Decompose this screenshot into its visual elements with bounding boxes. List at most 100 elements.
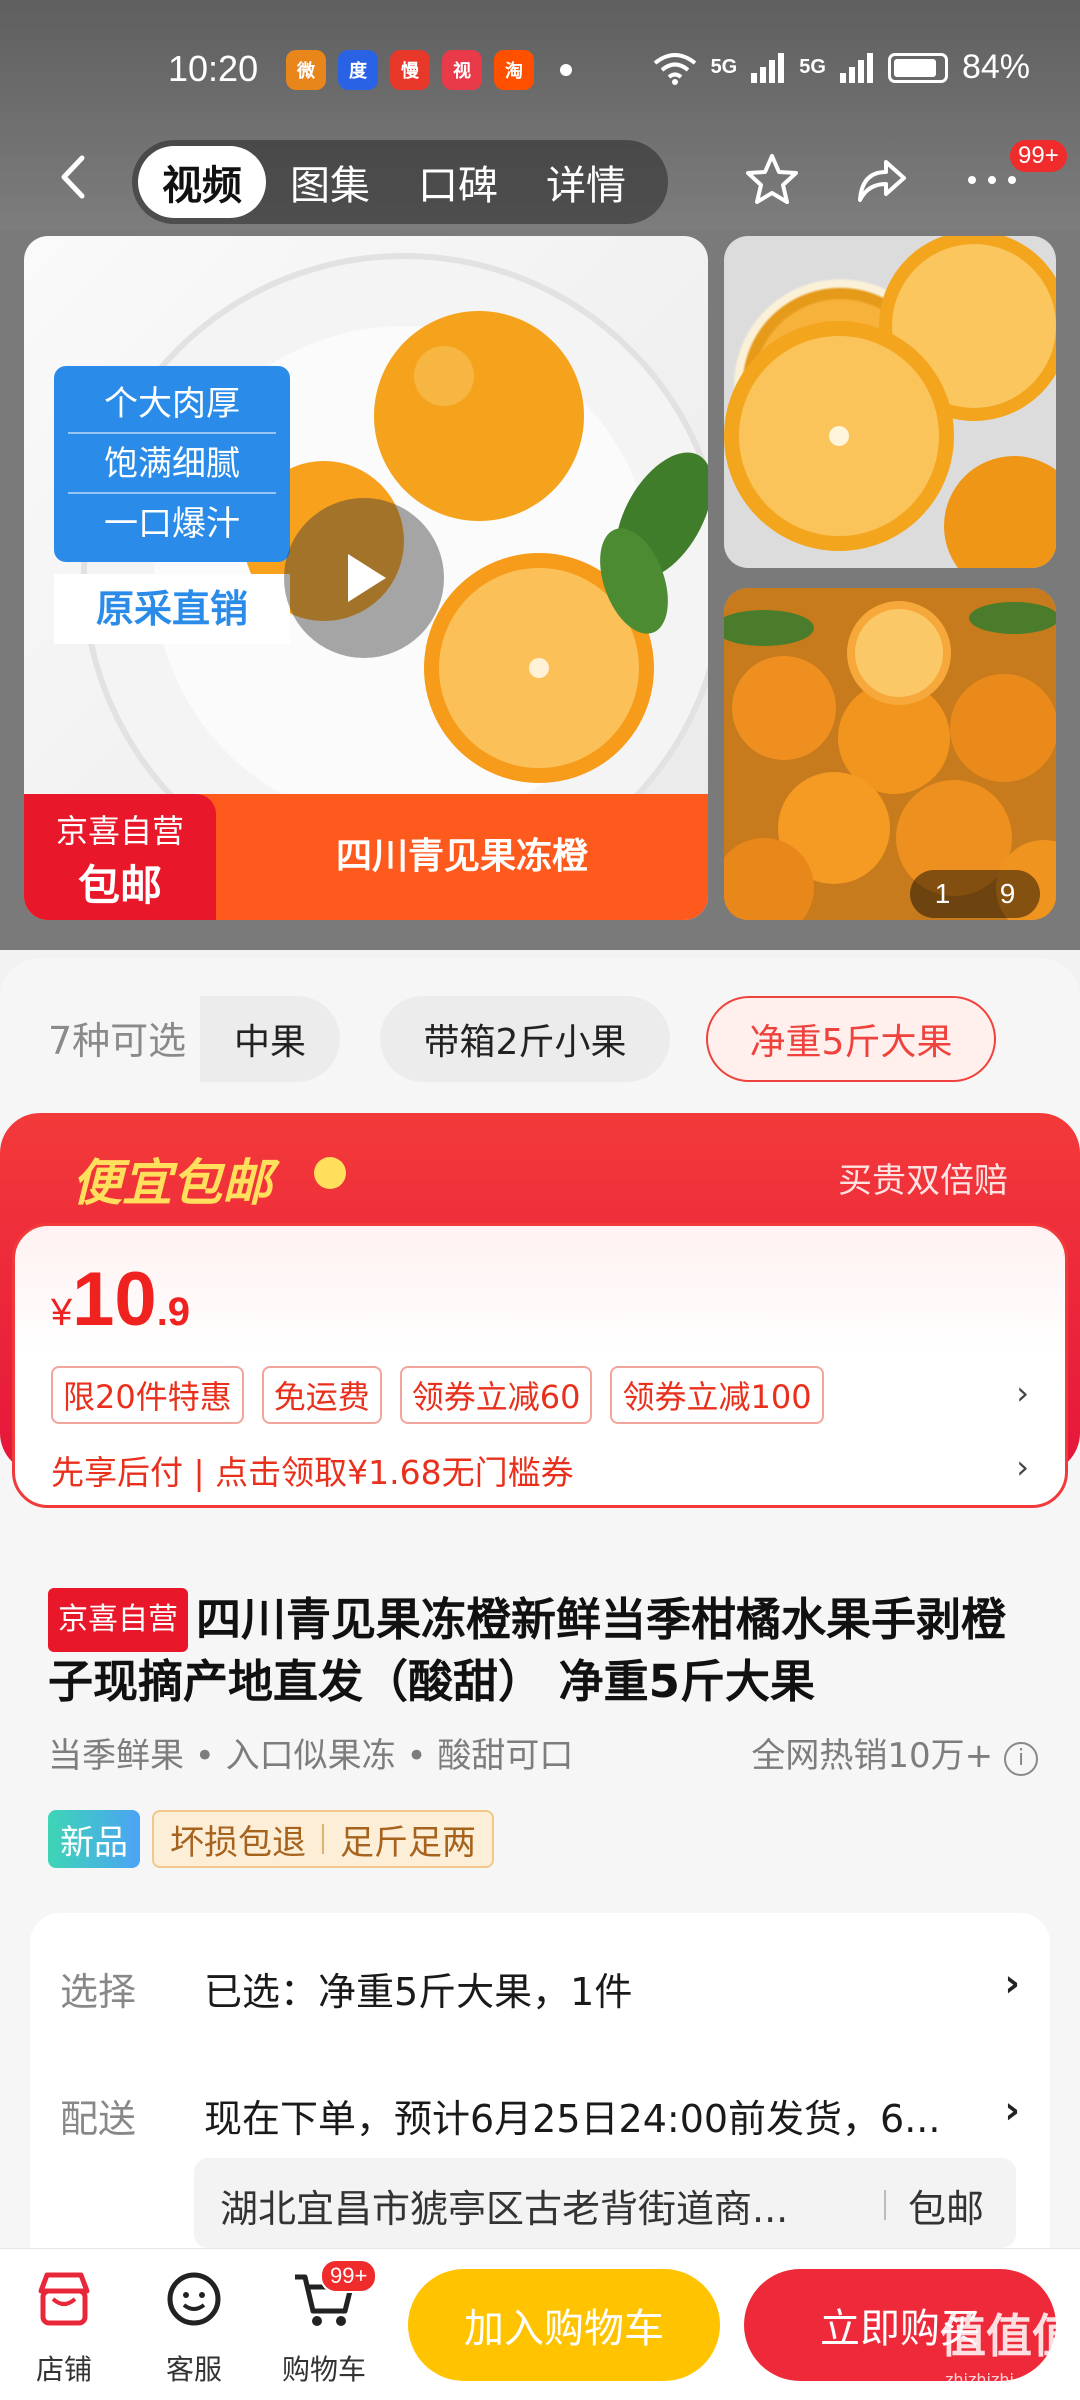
play-button[interactable] bbox=[284, 498, 444, 658]
watermark-site: zhizhizhi.com bbox=[945, 2370, 1054, 2389]
delivery-label: 配送 bbox=[60, 2097, 137, 2141]
media-tabs: 视频 图集 口碑 详情 bbox=[132, 140, 668, 224]
feature-text: 当季鲜果 • 入口似果冻 • 酸甜可口 bbox=[48, 1736, 574, 1776]
signal-5g-2: 5G bbox=[799, 56, 826, 78]
tab-reviews[interactable]: 口碑 bbox=[394, 146, 522, 218]
add-to-cart-button[interactable]: 加入购物车 bbox=[408, 2269, 720, 2381]
nav-bar: 视频 图集 口碑 详情 99+ bbox=[0, 130, 1080, 230]
play-icon bbox=[348, 554, 386, 602]
gallery-counter: 1 9 bbox=[910, 870, 1040, 918]
service-button[interactable]: 客服 bbox=[144, 2265, 244, 2388]
guarantee-text: 足斤足两 bbox=[340, 1822, 476, 1863]
tab-details[interactable]: 详情 bbox=[522, 146, 650, 218]
price: ¥10.9 bbox=[51, 1256, 190, 1343]
address-box[interactable]: 湖北宜昌市猇亭区古老背街道商... 包邮 bbox=[194, 2158, 1016, 2248]
store-icon bbox=[38, 2272, 90, 2326]
promo-tags: 限20件特惠 免运费 领券立减60 领券立减100 bbox=[51, 1366, 824, 1424]
product-info-card: 7种可选 中果 带箱2斤小果 净重5斤大果 便宜包邮 买贵双倍赔 ¥10.9 限… bbox=[0, 958, 1080, 2313]
more-notifications-dot bbox=[560, 64, 572, 76]
orange-halves-photo bbox=[724, 236, 1056, 568]
direct-sale-label: 原采直销 bbox=[54, 574, 290, 644]
new-badge: 新品 bbox=[48, 1810, 140, 1868]
signal-bars-icon bbox=[751, 52, 785, 83]
price-symbol: ¥ bbox=[51, 1292, 73, 1334]
chevron-right-icon: › bbox=[1004, 1961, 1020, 2005]
gallery-thumbnail[interactable] bbox=[724, 236, 1056, 568]
select-row[interactable]: 选择 已选：净重5斤大果，1件 › bbox=[60, 1961, 1020, 2021]
chevron-right-icon: › bbox=[1004, 2088, 1020, 2132]
weibo-icon: 微 bbox=[286, 50, 326, 90]
price-card: ¥10.9 限20件特惠 免运费 领券立减60 领券立减100 › 先享后付 |… bbox=[12, 1223, 1068, 1508]
pay-later-coupon[interactable]: 先享后付 | 点击领取¥1.68无门槛券 bbox=[51, 1446, 574, 1494]
top-header: 10:20 微 度 慢 视 淘 5G 5G 84% 视频 图集 口碑 详情 99… bbox=[0, 0, 1080, 230]
price-guarantee[interactable]: 买贵双倍赔 bbox=[838, 1153, 1008, 1202]
tab-video[interactable]: 视频 bbox=[138, 146, 266, 218]
promo-tag: 限20件特惠 bbox=[51, 1366, 244, 1424]
coupon-tag[interactable]: 领券立减100 bbox=[610, 1366, 824, 1424]
status-time: 10:20 bbox=[168, 48, 259, 89]
store-label: 店铺 bbox=[35, 2353, 92, 2386]
counter-current: 1 bbox=[934, 878, 951, 909]
guarantee-badge[interactable]: 坏损包退 足斤足两 bbox=[152, 1810, 494, 1868]
battery-percent: 84% bbox=[961, 48, 1030, 86]
baidu-icon: 度 bbox=[338, 50, 378, 90]
guarantee-text: 坏损包退 bbox=[170, 1822, 306, 1863]
coupon-tag[interactable]: 领券立减60 bbox=[399, 1366, 593, 1424]
info-icon: i bbox=[1004, 1742, 1038, 1776]
freeship-label: 包邮 bbox=[77, 861, 162, 910]
man-icon: 慢 bbox=[390, 50, 430, 90]
service-label: 客服 bbox=[165, 2353, 222, 2386]
product-gallery: 个大肉厚 饱满细腻 一口爆汁 原采直销 京喜自营 包邮 四川青见果冻橙 1 9 bbox=[0, 230, 1080, 950]
shipping-text: 包邮 bbox=[908, 2187, 985, 2231]
main-video-thumbnail[interactable]: 个大肉厚 饱满细腻 一口爆汁 原采直销 京喜自营 包邮 四川青见果冻橙 bbox=[24, 236, 708, 920]
store-button[interactable]: 店铺 bbox=[14, 2265, 114, 2388]
cart-badge: 99+ bbox=[320, 2259, 378, 2293]
promo-tag: 免运费 bbox=[261, 1366, 382, 1424]
battery-icon bbox=[887, 52, 948, 83]
price-decimal: .9 bbox=[156, 1290, 191, 1334]
badge-row: 新品 坏损包退 足斤足两 bbox=[48, 1810, 494, 1868]
variant-selector: 7种可选 中果 带箱2斤小果 净重5斤大果 bbox=[0, 988, 1080, 1088]
strip-title: 四川青见果冻橙 bbox=[335, 836, 588, 877]
promo-title[interactable]: 便宜包邮 bbox=[72, 1143, 272, 1215]
back-icon[interactable] bbox=[50, 152, 100, 202]
signal-5g-1: 5G bbox=[710, 56, 738, 78]
feature-label: 个大肉厚 bbox=[68, 374, 276, 434]
jingxi-label: 京喜自营 bbox=[55, 812, 184, 850]
share-icon[interactable] bbox=[852, 150, 912, 210]
feature-label-box: 个大肉厚 饱满细腻 一口爆汁 bbox=[54, 366, 290, 562]
feature-label: 饱满细腻 bbox=[68, 434, 276, 494]
variant-chip-selected[interactable]: 净重5斤大果 bbox=[706, 996, 996, 1082]
product-title: 京喜自营 四川青见果冻橙新鲜当季柑橘水果手剥橙子现摘产地直发（酸甜） 净重5斤大果 bbox=[48, 1588, 1038, 1712]
wifi-icon bbox=[653, 52, 696, 85]
customer-service-icon bbox=[167, 2272, 221, 2326]
chevron-right-icon[interactable]: › bbox=[1016, 1374, 1029, 1412]
delivery-row[interactable]: 配送 现在下单，预计6月25日24:00前发货，6... › bbox=[60, 2088, 1020, 2148]
tab-gallery[interactable]: 图集 bbox=[266, 146, 394, 218]
divider bbox=[884, 2190, 886, 2220]
status-bar: 10:20 微 度 慢 视 淘 5G 5G 84% bbox=[0, 40, 1080, 104]
promo-banner: 便宜包邮 买贵双倍赔 ¥10.9 限20件特惠 免运费 领券立减60 领券立减1… bbox=[0, 1113, 1080, 1508]
weishi-icon: 视 bbox=[442, 50, 482, 90]
jingxi-tag: 京喜自营 bbox=[48, 1588, 188, 1652]
feature-label: 一口爆汁 bbox=[104, 504, 240, 544]
sales-info[interactable]: 全网热销10万+ i bbox=[751, 1728, 1038, 1777]
chevron-right-icon[interactable]: › bbox=[1016, 1448, 1029, 1486]
signal-bars-icon bbox=[839, 52, 873, 83]
sales-text: 全网热销10万+ bbox=[751, 1736, 994, 1776]
taobao-icon: 淘 bbox=[494, 50, 534, 90]
select-value: 已选：净重5斤大果，1件 bbox=[204, 1970, 633, 2014]
more-badge: 99+ bbox=[1010, 140, 1067, 172]
delivery-value: 现在下单，预计6月25日24:00前发货，6... bbox=[204, 2097, 941, 2141]
promo-arrow-icon bbox=[314, 1157, 346, 1189]
cart-label: 购物车 bbox=[281, 2353, 366, 2386]
star-icon[interactable] bbox=[742, 150, 802, 210]
variant-chip[interactable]: 中果 bbox=[200, 996, 340, 1082]
bottom-action-bar: 店铺 客服 购物车 99+ 加入购物车 立即购买 bbox=[0, 2248, 1080, 2400]
product-title-text: 四川青见果冻橙新鲜当季柑橘水果手剥橙子现摘产地直发（酸甜） 净重5斤大果 bbox=[48, 1593, 1007, 1708]
jingxi-freeship-badge: 京喜自营 包邮 bbox=[24, 794, 216, 920]
price-integer: 10 bbox=[72, 1257, 157, 1342]
counter-total: 9 bbox=[999, 878, 1016, 909]
variant-chip[interactable]: 带箱2斤小果 bbox=[380, 996, 670, 1082]
variant-count: 7种可选 bbox=[48, 1019, 187, 1063]
